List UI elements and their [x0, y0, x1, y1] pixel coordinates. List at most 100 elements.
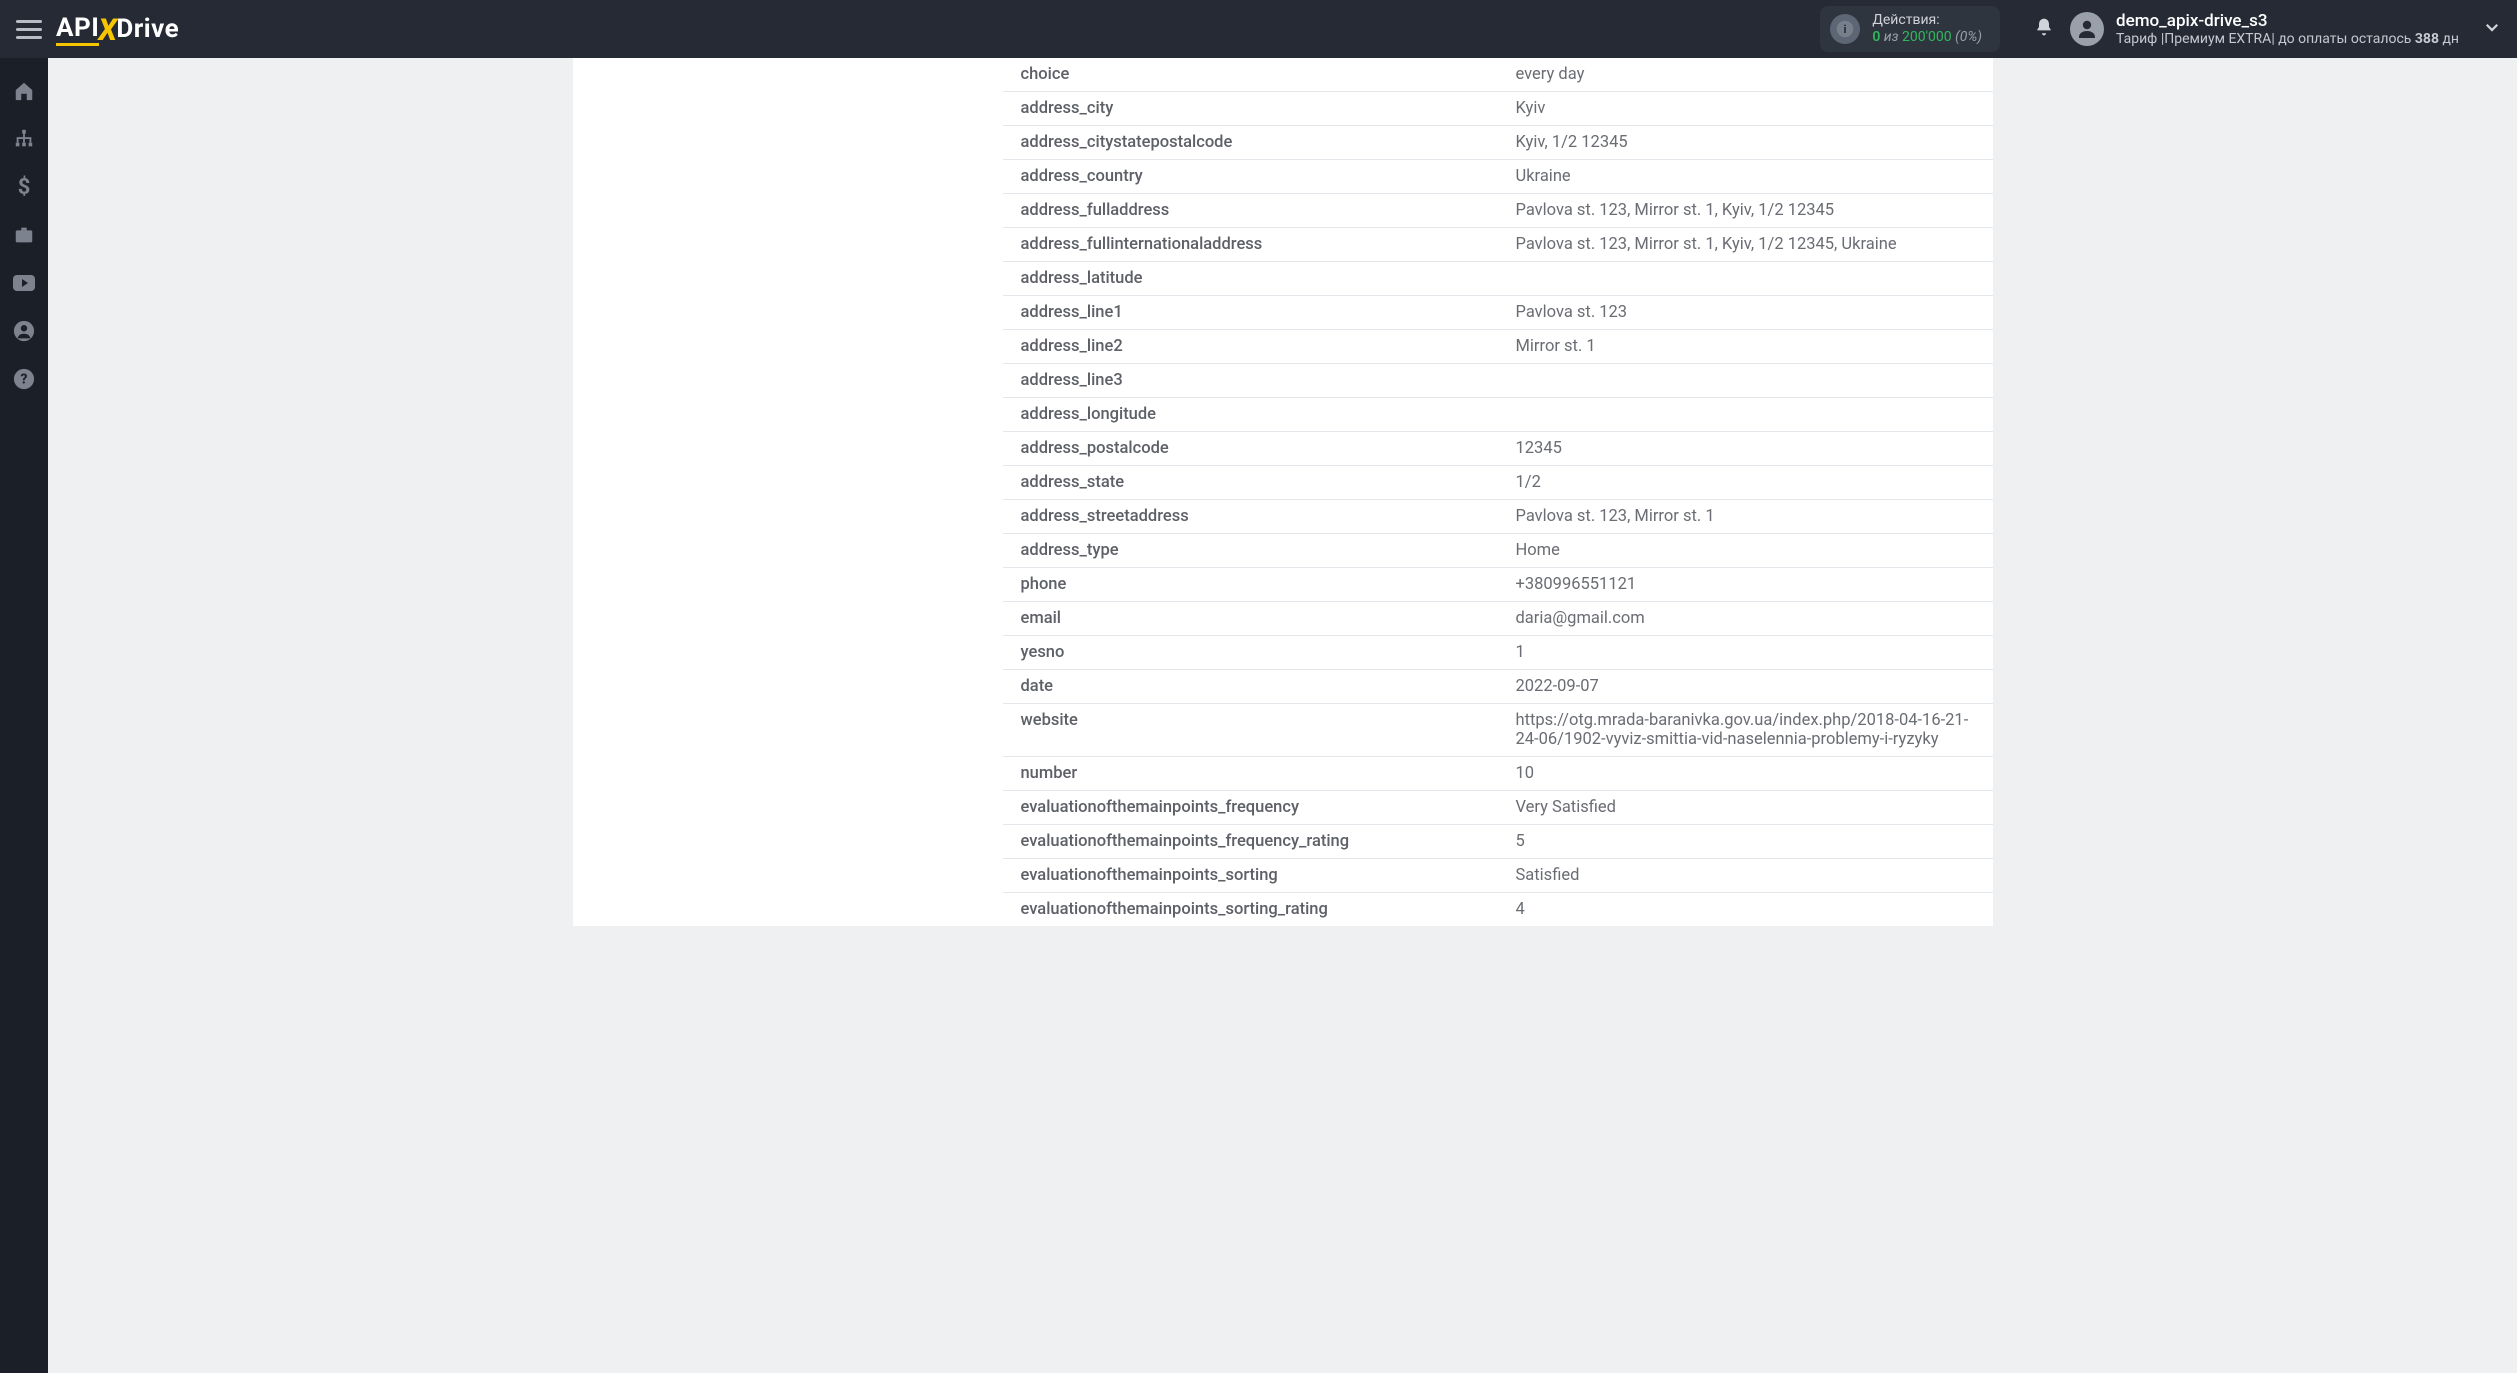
field-key: address_latitude [1003, 262, 1498, 296]
topbar: APIXDrive i Действия: 0 из 200'000 (0%) … [0, 0, 2517, 58]
field-key: address_longitude [1003, 398, 1498, 432]
table-row: address_line3 [1003, 364, 1993, 398]
page-scroll-area[interactable]: choiceevery dayaddress_cityKyivaddress_c… [48, 58, 2517, 1373]
field-value [1498, 262, 1993, 296]
field-value: 12345 [1498, 432, 1993, 466]
field-key: yesno [1003, 636, 1498, 670]
field-key: address_line2 [1003, 330, 1498, 364]
table-row: evaluationofthemainpoints_sortingSatisfi… [1003, 859, 1993, 893]
sidebar-item-home[interactable] [0, 68, 48, 114]
svg-text:?: ? [21, 372, 28, 388]
user-menu[interactable]: demo_apix-drive_s3 Тариф |Премиум EXTRA|… [2070, 11, 2459, 47]
table-row: date2022-09-07 [1003, 670, 1993, 704]
sidebar-item-connections[interactable] [0, 116, 48, 162]
table-row: address_postalcode12345 [1003, 432, 1993, 466]
field-key: date [1003, 670, 1498, 704]
field-key: website [1003, 704, 1498, 757]
field-key: address_country [1003, 160, 1498, 194]
field-key: address_fullinternationaladdress [1003, 228, 1498, 262]
field-value: Very Satisfied [1498, 791, 1993, 825]
table-row: address_cityKyiv [1003, 92, 1993, 126]
table-row: address_latitude [1003, 262, 1993, 296]
field-value: Kyiv, 1/2 12345 [1498, 126, 1993, 160]
field-value: Pavlova st. 123 [1498, 296, 1993, 330]
field-value: every day [1498, 58, 1993, 92]
field-value: 1/2 [1498, 466, 1993, 500]
logo-api: API [56, 13, 99, 46]
field-key: number [1003, 757, 1498, 791]
field-value: Satisfied [1498, 859, 1993, 893]
field-key: address_citystatepostalcode [1003, 126, 1498, 160]
table-row: phone+380996551121 [1003, 568, 1993, 602]
sidebar-item-account[interactable] [0, 308, 48, 354]
table-row: address_typeHome [1003, 534, 1993, 568]
field-key: address_fulladdress [1003, 194, 1498, 228]
data-table: choiceevery dayaddress_cityKyivaddress_c… [1003, 58, 1993, 926]
user-name: demo_apix-drive_s3 [2116, 11, 2459, 31]
field-value [1498, 364, 1993, 398]
table-row: evaluationofthemainpoints_sorting_rating… [1003, 893, 1993, 927]
field-value: Pavlova st. 123, Mirror st. 1 [1498, 500, 1993, 534]
table-row: address_longitude [1003, 398, 1993, 432]
field-key: address_type [1003, 534, 1498, 568]
field-value: Pavlova st. 123, Mirror st. 1, Kyiv, 1/2… [1498, 228, 1993, 262]
svg-text:i: i [1844, 23, 1847, 36]
field-key: phone [1003, 568, 1498, 602]
field-value: 4 [1498, 893, 1993, 927]
field-key: evaluationofthemainpoints_frequency_rati… [1003, 825, 1498, 859]
chevron-down-icon[interactable] [2483, 18, 2501, 40]
table-row: address_state1/2 [1003, 466, 1993, 500]
actions-label: Действия: [1872, 12, 1982, 29]
field-key: email [1003, 602, 1498, 636]
table-row: address_line2Mirror st. 1 [1003, 330, 1993, 364]
sidebar: $ ? [0, 58, 48, 1373]
table-row: address_countryUkraine [1003, 160, 1993, 194]
table-row: number10 [1003, 757, 1993, 791]
sidebar-item-help[interactable]: ? [0, 356, 48, 402]
field-value: 5 [1498, 825, 1993, 859]
notifications-bell-icon[interactable] [2034, 16, 2054, 42]
sidebar-item-briefcase[interactable] [0, 212, 48, 258]
field-value: Mirror st. 1 [1498, 330, 1993, 364]
table-row: address_fulladdressPavlova st. 123, Mirr… [1003, 194, 1993, 228]
field-key: evaluationofthemainpoints_sorting_rating [1003, 893, 1498, 927]
logo-x: X [98, 13, 117, 48]
field-value: 10 [1498, 757, 1993, 791]
field-value: Kyiv [1498, 92, 1993, 126]
table-row: emaildaria@gmail.com [1003, 602, 1993, 636]
table-row: websitehttps://otg.mrada-baranivka.gov.u… [1003, 704, 1993, 757]
field-key: choice [1003, 58, 1498, 92]
field-value: Home [1498, 534, 1993, 568]
data-table-card: choiceevery dayaddress_cityKyivaddress_c… [1003, 58, 1993, 926]
field-value: Ukraine [1498, 160, 1993, 194]
field-key: address_city [1003, 92, 1498, 126]
table-row: choiceevery day [1003, 58, 1993, 92]
field-value: 2022-09-07 [1498, 670, 1993, 704]
field-key: evaluationofthemainpoints_sorting [1003, 859, 1498, 893]
logo-drive: Drive [116, 14, 179, 44]
field-key: address_state [1003, 466, 1498, 500]
field-value [1498, 398, 1993, 432]
field-value: daria@gmail.com [1498, 602, 1993, 636]
logo[interactable]: APIXDrive [56, 12, 179, 47]
actions-value: 0 из 200'000 (0%) [1872, 29, 1982, 46]
table-row: address_fullinternationaladdressPavlova … [1003, 228, 1993, 262]
field-key: evaluationofthemainpoints_frequency [1003, 791, 1498, 825]
sidebar-item-billing[interactable]: $ [0, 164, 48, 210]
field-value: +380996551121 [1498, 568, 1993, 602]
table-row: evaluationofthemainpoints_frequencyVery … [1003, 791, 1993, 825]
field-value: Pavlova st. 123, Mirror st. 1, Kyiv, 1/2… [1498, 194, 1993, 228]
table-row: yesno1 [1003, 636, 1993, 670]
field-key: address_postalcode [1003, 432, 1498, 466]
avatar-icon [2070, 12, 2104, 46]
info-icon: i [1830, 14, 1860, 44]
table-row: evaluationofthemainpoints_frequency_rati… [1003, 825, 1993, 859]
actions-pill[interactable]: i Действия: 0 из 200'000 (0%) [1820, 6, 2000, 52]
hamburger-menu-button[interactable] [16, 16, 42, 42]
tariff-line: Тариф |Премиум EXTRA| до оплаты осталось… [2116, 31, 2459, 47]
sidebar-item-video[interactable] [0, 260, 48, 306]
left-panel [573, 58, 1003, 926]
field-value: 1 [1498, 636, 1993, 670]
table-row: address_citystatepostalcodeKyiv, 1/2 123… [1003, 126, 1993, 160]
field-value: https://otg.mrada-baranivka.gov.ua/index… [1498, 704, 1993, 757]
